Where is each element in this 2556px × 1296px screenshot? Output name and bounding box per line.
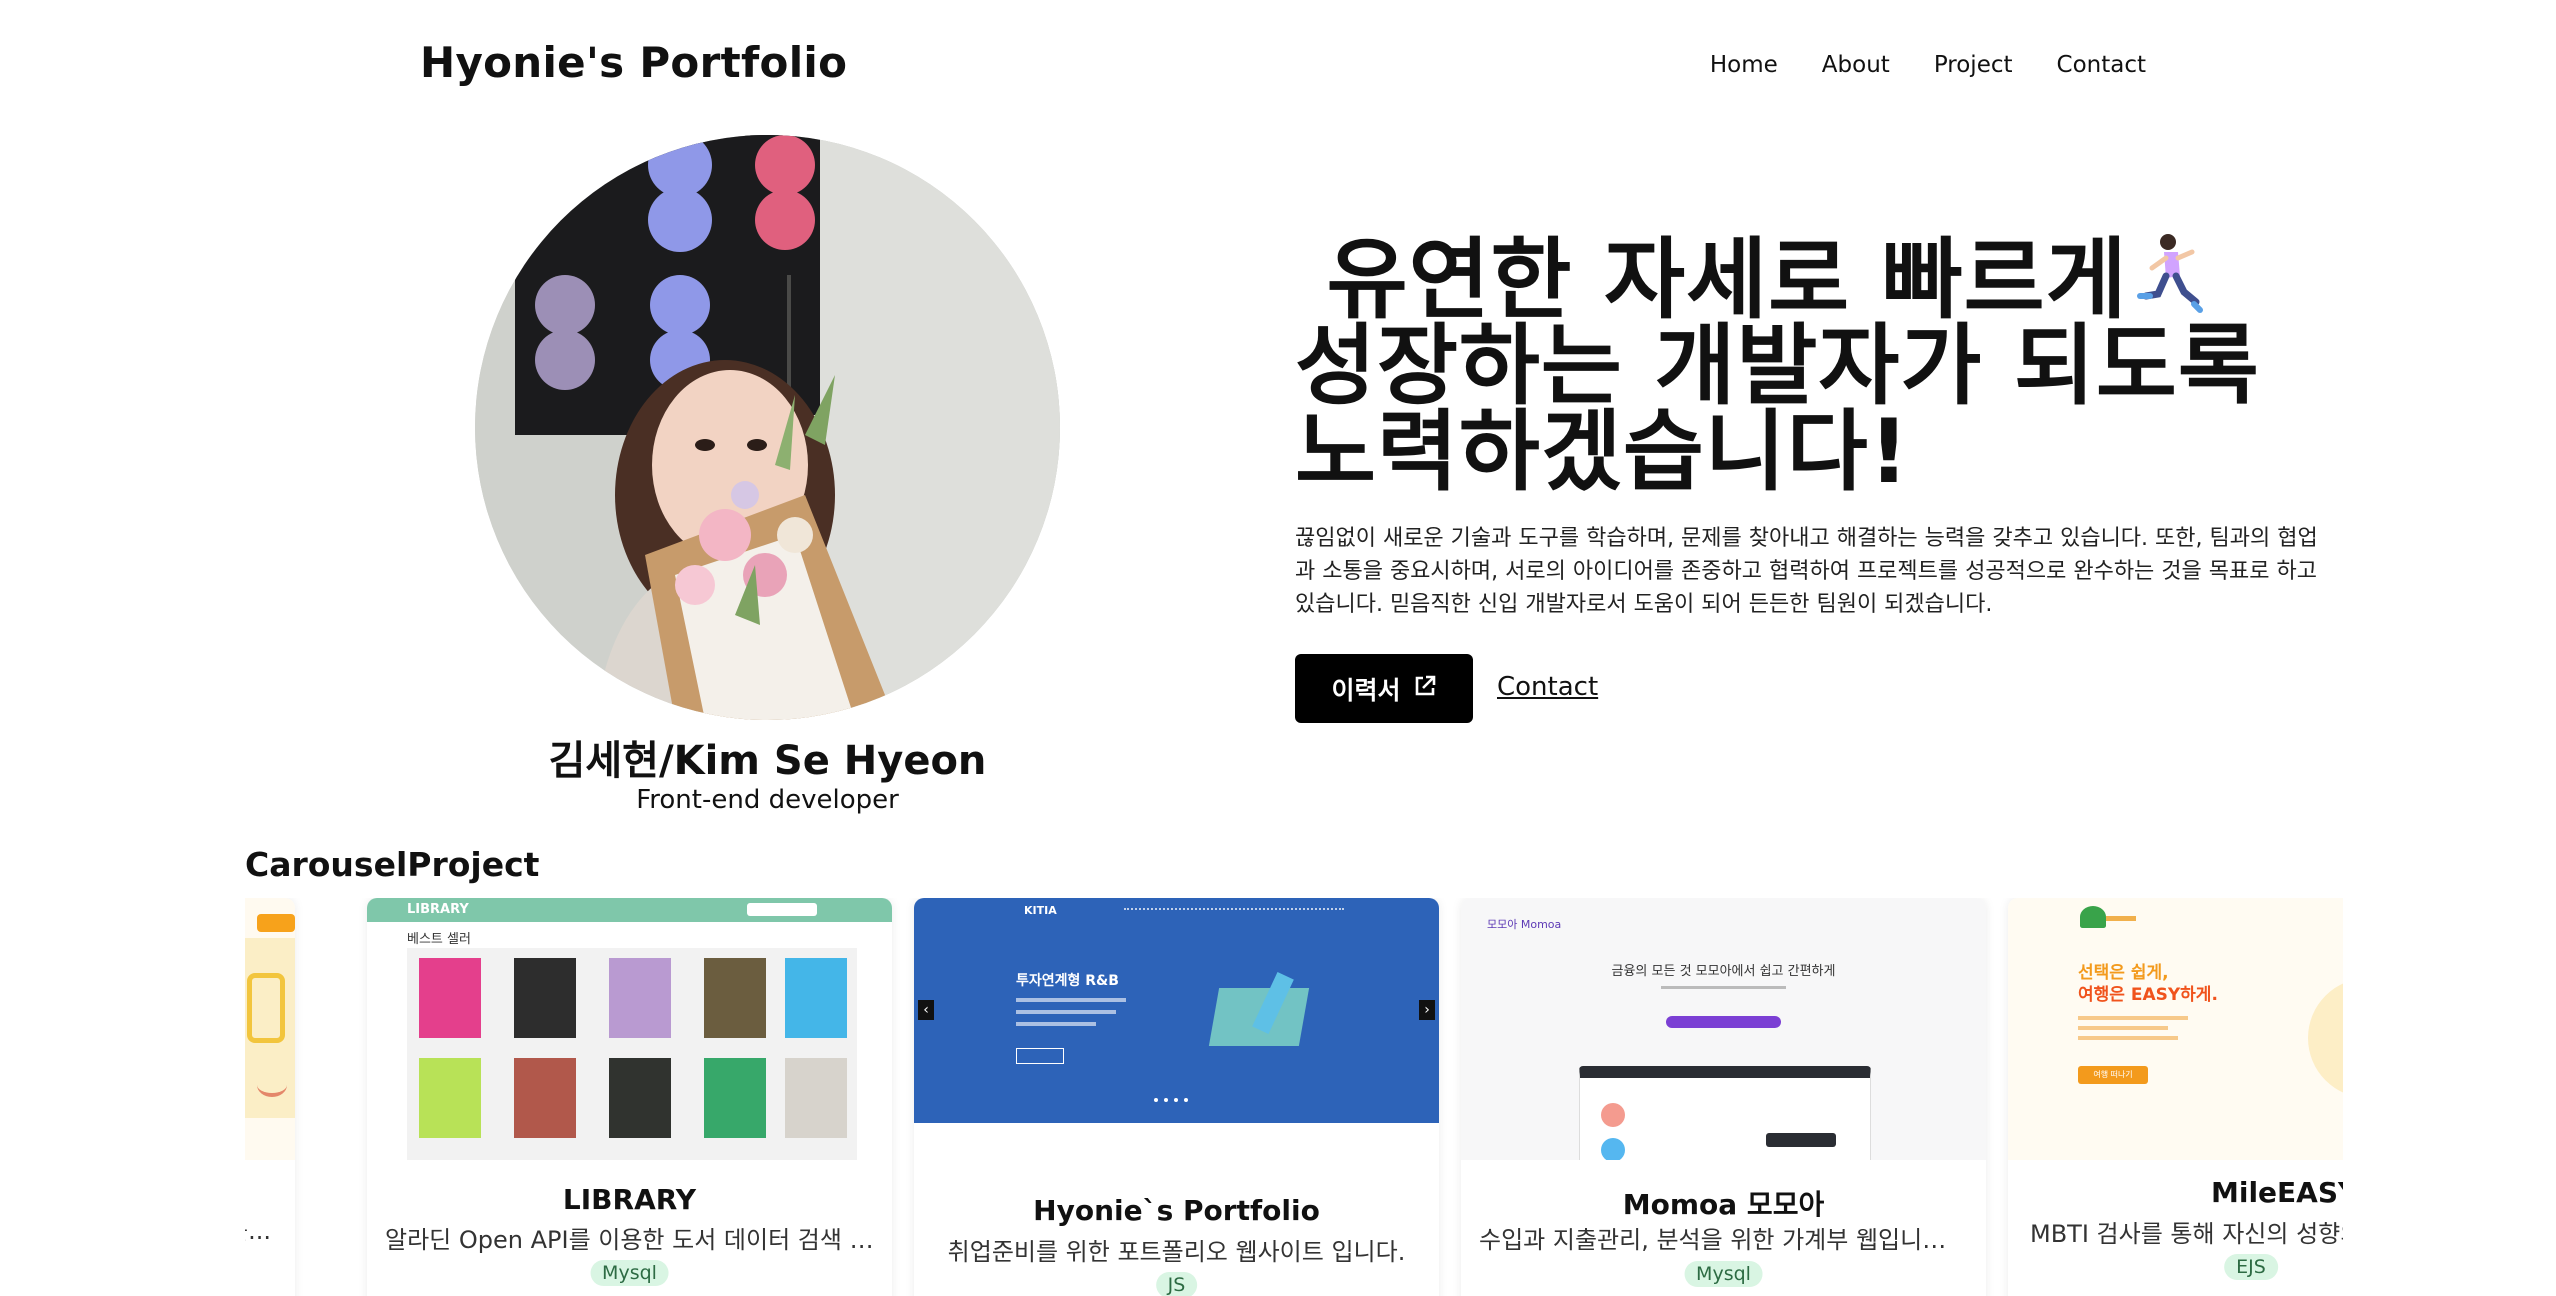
thumbnail-headline: 금융의 모든 것 모모아에서 쉽고 간편하게 — [1611, 964, 1836, 979]
site-brand[interactable]: Hyonie's Portfolio — [420, 38, 847, 87]
project-card-desc: 알라딘 Open API를 이용한 도서 데이터 검색 사이트입니다. — [385, 1226, 874, 1254]
nav-about[interactable]: About — [1822, 52, 1890, 78]
thumbnail-headline: 투자연계형 R&B — [1016, 973, 1119, 989]
contact-link[interactable]: Contact — [1497, 672, 1598, 702]
project-tech-tag: Mysql — [1684, 1261, 1763, 1287]
thumbnail-section: 베스트 셀러 — [407, 932, 471, 947]
project-card-title: Momoa 모모아 — [1622, 1188, 1825, 1221]
project-thumbnail: LIBRARY 베스트 셀러 — [367, 898, 892, 1160]
running-person-icon — [2128, 230, 2204, 316]
thumbnail-logo: LIBRARY — [407, 902, 469, 917]
thumbnail-button: 여행 떠나기 — [2078, 1066, 2148, 1084]
external-link-icon — [1413, 674, 1437, 704]
chevron-left-icon[interactable]: ‹ — [918, 1000, 934, 1020]
project-tech-tag: Mysql — [590, 1260, 669, 1286]
project-card-title: MileEASY — [2211, 1176, 2343, 1209]
profile-name: 김세현/Kim Se Hyeon — [548, 738, 987, 784]
project-card-partial[interactable]: 뱅지를... — [245, 898, 295, 1296]
project-thumbnail: 모모아 Momoa 금융의 모든 것 모모아에서 쉽고 간편하게 — [1461, 898, 1986, 1160]
project-thumbnail — [245, 898, 295, 1160]
project-card-desc: 수입과 지출관리, 분석을 위한 가계부 웹입니다. 사용자 맞춤 — [1479, 1226, 1968, 1254]
project-thumbnail: KITIA 투자연계형 R&B ‹ › — [914, 898, 1439, 1123]
nav-project[interactable]: Project — [1934, 52, 2013, 78]
hero-headline: 유연한 자세로 빠르게 성장하는 개발자가 되도록 노력하겠습니다! — [1295, 230, 2275, 496]
project-thumbnail: 선택은 쉽게, 여행은 EASY하게. 여행 떠나기 — [2008, 898, 2343, 1160]
thumbnail-headline-2: 여행은 EASY하게. — [2078, 985, 2218, 1005]
profile-role: Front-end developer — [636, 785, 899, 815]
project-card-desc: MBTI 검사를 통해 자신의 성향의 — [2030, 1220, 2343, 1248]
thumbnail-logo: 모모아 Momoa — [1487, 918, 1562, 931]
project-card-mileeasy[interactable]: 선택은 쉽게, 여행은 EASY하게. 여행 떠나기 MileEASY MBTI… — [2008, 898, 2343, 1296]
project-card-desc: 취업준비를 위한 포트폴리오 웹사이트 입니다. — [947, 1238, 1406, 1266]
project-card-library[interactable]: LIBRARY 베스트 셀러 LIBRARY 알라딘 Open API를 이용한… — [367, 898, 892, 1296]
resume-button-label: 이력서 — [1331, 675, 1401, 705]
resume-button[interactable]: 이력서 — [1295, 654, 1473, 723]
project-tech-tag: EJS — [2224, 1254, 2278, 1280]
project-card-momoa[interactable]: 모모아 Momoa 금융의 모든 것 모모아에서 쉽고 간편하게 Momoa 모… — [1461, 898, 1986, 1296]
nav-contact[interactable]: Contact — [2057, 52, 2146, 78]
project-carousel[interactable]: 뱅지를... LIBRARY 베스트 셀러 LIBRARY 알라딘 Open A… — [245, 898, 2343, 1296]
chevron-right-icon[interactable]: › — [1419, 1000, 1435, 1020]
headline-line-3: 노력하겠습니다! — [1295, 400, 1910, 503]
project-card-title: LIBRARY — [562, 1183, 697, 1216]
main-nav: Home About Project Contact — [1710, 52, 2146, 78]
intro-paragraph: 끊임없이 새로운 기술과 도구를 학습하며, 문제를 찾아내고 해결하는 능력을… — [1295, 526, 2318, 617]
profile-photo — [475, 135, 1060, 720]
project-tech-tag: JS — [1155, 1272, 1198, 1296]
carousel-title: CarouselProject — [245, 845, 540, 884]
thumbnail-logo: KITIA — [1024, 904, 1057, 917]
nav-home[interactable]: Home — [1710, 52, 1778, 78]
project-card-desc: 뱅지를... — [245, 1217, 271, 1245]
project-card-title: Hyonie`s Portfolio — [1033, 1194, 1320, 1227]
project-card-portfolio[interactable]: KITIA 투자연계형 R&B ‹ › Hyonie`s Portfolio 취… — [914, 898, 1439, 1296]
